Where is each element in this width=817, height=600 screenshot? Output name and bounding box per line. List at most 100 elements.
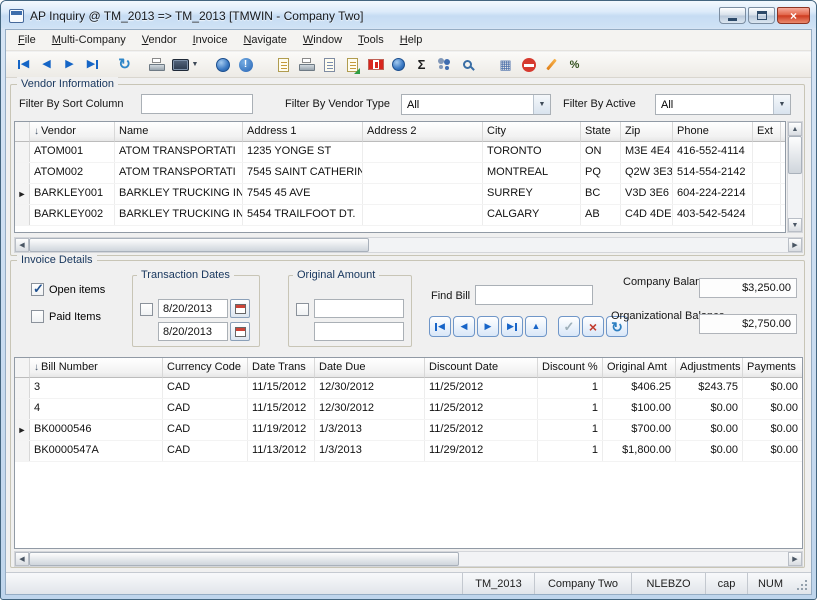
transaction-dates-checkbox[interactable] xyxy=(140,303,153,316)
menu-window[interactable]: Window xyxy=(295,31,350,49)
table-cell[interactable]: 12/30/2012 xyxy=(315,378,425,398)
column-header[interactable]: Address 2 xyxy=(363,122,483,142)
vendors-button[interactable] xyxy=(433,54,456,76)
grid-view-button[interactable]: ▦ xyxy=(494,54,517,76)
table-cell[interactable]: $406.25 xyxy=(603,378,676,398)
scrollbar-thumb[interactable] xyxy=(788,136,802,174)
table-cell[interactable] xyxy=(781,142,786,162)
refresh-button[interactable]: ↻ xyxy=(113,54,136,76)
column-header[interactable]: ↓Vendor xyxy=(30,122,115,142)
table-cell[interactable]: $100.00 xyxy=(603,399,676,419)
next-record-button[interactable]: ▶ xyxy=(58,54,81,76)
table-cell[interactable]: ATOM002 xyxy=(30,163,115,183)
table-cell[interactable]: 11/29/2012 xyxy=(425,441,538,461)
table-cell[interactable]: M3E 4E4 xyxy=(621,142,673,162)
table-cell[interactable] xyxy=(781,205,786,225)
scrollbar-thumb[interactable] xyxy=(29,238,369,252)
amount-from-input[interactable] xyxy=(314,299,404,318)
chevron-down-icon[interactable]: ▼ xyxy=(773,95,790,114)
last-bill-button[interactable]: ▶ xyxy=(501,316,523,337)
menu-vendor[interactable]: Vendor xyxy=(134,31,185,49)
table-cell[interactable]: 1235 YONGE ST xyxy=(243,142,363,162)
column-header[interactable]: Discount % xyxy=(538,358,603,378)
globe-button[interactable] xyxy=(387,54,410,76)
last-record-button[interactable]: ▶ xyxy=(81,54,104,76)
table-cell[interactable]: 11/15/2012 xyxy=(248,399,315,419)
table-cell[interactable]: BARKLEY TRUCKING IN xyxy=(115,184,243,204)
scroll-down-icon[interactable]: ▼ xyxy=(788,218,802,232)
chevron-down-icon[interactable]: ▼ xyxy=(533,95,550,114)
scroll-right-icon[interactable]: ▶ xyxy=(788,238,802,252)
export-button[interactable] xyxy=(341,54,364,76)
column-header[interactable]: Name xyxy=(115,122,243,142)
report-button[interactable] xyxy=(272,54,295,76)
table-cell[interactable]: CAD xyxy=(163,378,248,398)
column-header[interactable]: Date Due xyxy=(315,358,425,378)
table-cell[interactable]: $0.00 xyxy=(743,441,803,461)
table-cell[interactable]: 11/25/2012 xyxy=(425,420,538,440)
highlighter-button[interactable] xyxy=(540,54,563,76)
table-cell[interactable]: BARKLEY002 xyxy=(30,205,115,225)
filter-active-combo[interactable]: All ▼ xyxy=(655,94,791,115)
table-cell[interactable]: 12/30/2012 xyxy=(315,399,425,419)
screen-select-dropdown[interactable]: ▼ xyxy=(168,54,202,76)
find-button[interactable] xyxy=(456,54,479,76)
table-cell[interactable] xyxy=(753,205,781,225)
table-cell[interactable]: 1 xyxy=(538,441,603,461)
table-cell[interactable]: CAD xyxy=(163,441,248,461)
table-cell[interactable]: $700.00 xyxy=(603,420,676,440)
titlebar[interactable]: AP Inquiry @ TM_2013 => TM_2013 [TMWIN -… xyxy=(1,1,816,28)
original-amount-checkbox[interactable] xyxy=(296,303,309,316)
menu-invoice[interactable]: Invoice xyxy=(185,31,236,49)
table-cell[interactable]: ON xyxy=(581,142,621,162)
date-to-picker-button[interactable] xyxy=(230,322,250,341)
column-header[interactable]: Payments xyxy=(743,358,803,378)
scrollbar-track[interactable] xyxy=(29,552,788,566)
scroll-left-icon[interactable]: ◀ xyxy=(15,552,29,566)
minimize-button[interactable] xyxy=(719,7,746,24)
table-cell[interactable]: 1 xyxy=(538,420,603,440)
table-cell[interactable]: $0.00 xyxy=(676,399,743,419)
table-cell[interactable]: BARKLEY001 xyxy=(30,184,115,204)
filter-vendor-type-combo[interactable]: All ▼ xyxy=(401,94,551,115)
table-cell[interactable]: PQ xyxy=(581,163,621,183)
table-cell[interactable]: MONTREAL xyxy=(483,163,581,183)
canada-button[interactable] xyxy=(364,54,387,76)
table-cell[interactable]: 11/13/2012 xyxy=(248,441,315,461)
table-cell[interactable]: $243.75 xyxy=(676,378,743,398)
table-cell[interactable]: 514-554-2142 xyxy=(673,163,753,183)
table-cell[interactable]: BARKLEY TRUCKING IN xyxy=(115,205,243,225)
previous-record-button[interactable]: ◀ xyxy=(35,54,58,76)
print-bill-button[interactable] xyxy=(295,54,318,76)
table-cell[interactable]: C4D 4DE xyxy=(621,205,673,225)
scrollbar-thumb[interactable] xyxy=(29,552,459,566)
table-row[interactable]: BK0000547ACAD11/13/20121/3/201311/29/201… xyxy=(15,441,802,462)
column-header[interactable]: State xyxy=(581,122,621,142)
paid-items-checkbox[interactable] xyxy=(31,310,44,323)
table-row[interactable]: ATOM001ATOM TRANSPORTATI1235 YONGE STTOR… xyxy=(15,142,785,163)
table-cell[interactable] xyxy=(781,184,786,204)
table-row[interactable]: 4CAD11/15/201212/30/201211/25/20121$100.… xyxy=(15,399,802,420)
table-cell[interactable] xyxy=(363,205,483,225)
open-items-option[interactable]: Open items xyxy=(31,283,105,296)
invoice-grid[interactable]: ↓Bill NumberCurrency CodeDate TransDate … xyxy=(14,357,803,549)
scroll-right-icon[interactable]: ▶ xyxy=(788,552,802,566)
invoice-horizontal-scrollbar[interactable]: ◀ ▶ xyxy=(14,551,803,567)
first-record-button[interactable]: ◀ xyxy=(12,54,35,76)
column-header[interactable]: Adjustments xyxy=(676,358,743,378)
table-cell[interactable]: ATOM TRANSPORTATI xyxy=(115,163,243,183)
menu-tools[interactable]: Tools xyxy=(350,31,392,49)
menu-multi-company[interactable]: Multi-Company xyxy=(44,31,134,49)
table-row[interactable]: ►BK0000546CAD11/19/20121/3/201311/25/201… xyxy=(15,420,802,441)
filter-sort-input[interactable] xyxy=(141,94,253,114)
table-cell[interactable] xyxy=(363,142,483,162)
table-cell[interactable]: $0.00 xyxy=(676,441,743,461)
table-cell[interactable]: 7545 SAINT CATHERINE xyxy=(243,163,363,183)
scrollbar-track[interactable] xyxy=(788,136,802,218)
table-cell[interactable]: 403-542-5424 xyxy=(673,205,753,225)
column-header[interactable]: En xyxy=(781,122,786,142)
table-row[interactable]: ►BARKLEY001BARKLEY TRUCKING IN7545 45 AV… xyxy=(15,184,785,205)
table-cell[interactable]: 1 xyxy=(538,378,603,398)
info-button[interactable]: ! xyxy=(234,54,257,76)
column-header[interactable]: Discount Date xyxy=(425,358,538,378)
